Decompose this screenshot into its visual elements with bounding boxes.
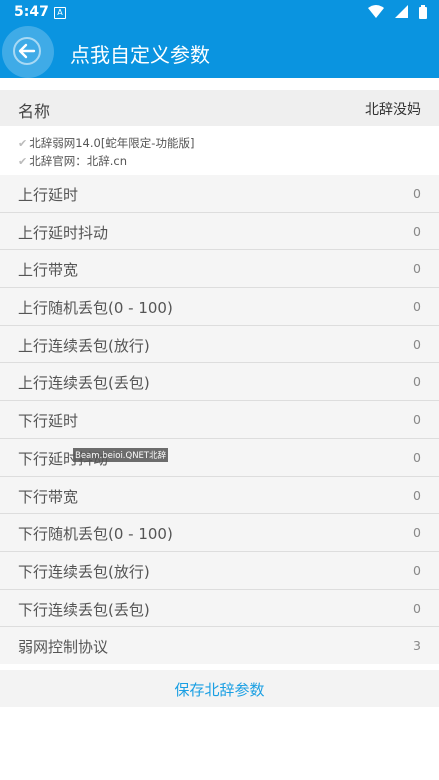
check-icon: ✔ xyxy=(18,155,28,168)
param-label: 上行连续丢包(放行) xyxy=(18,336,150,355)
param-value: 0 xyxy=(413,600,421,616)
param-label: 下行连续丢包(丢包) xyxy=(18,600,150,619)
param-row-uplink-bandwidth[interactable]: 上行带宽 0 xyxy=(0,250,439,289)
signal-icon xyxy=(394,5,408,18)
param-row-downlink-burst-drop[interactable]: 下行连续丢包(丢包) 0 xyxy=(0,590,439,628)
param-label: 上行带宽 xyxy=(18,261,79,280)
name-value: 北辞没妈 xyxy=(365,102,421,118)
status-time: 5:47 xyxy=(14,4,49,20)
check-icon: ✔ xyxy=(18,137,28,150)
name-row[interactable]: 名称 北辞没妈 xyxy=(0,90,439,126)
info-block: ✔ 北辞弱网14.0[蛇年限定-功能版] ✔ 北辞官网：北辞.cn xyxy=(0,128,439,174)
save-bar: 保存北辞参数 xyxy=(0,670,439,707)
param-row-downlink-bandwidth[interactable]: 下行带宽 0 xyxy=(0,477,439,515)
param-row-uplink-delay[interactable]: 上行延时 0 xyxy=(0,175,439,213)
param-list: 上行延时 0 上行延时抖动 0 上行带宽 0 上行随机丢包(0 - 100) 0 上行连… xyxy=(0,175,439,664)
info-line-version: ✔ 北辞弱网14.0[蛇年限定-功能版] xyxy=(18,135,194,151)
info-text-version: 北辞弱网14.0[蛇年限定-功能版] xyxy=(29,136,195,150)
info-text-website: 北辞官网：北辞.cn xyxy=(29,154,127,168)
param-value: 0 xyxy=(413,186,421,201)
param-value: 0 xyxy=(413,374,421,390)
info-line-website: ✔ 北辞官网：北辞.cn xyxy=(18,153,127,169)
param-label: 上行随机丢包(0 - 100) xyxy=(18,299,173,318)
wifi-icon xyxy=(367,5,384,18)
param-value: 0 xyxy=(413,487,421,503)
param-row-downlink-random-loss[interactable]: 下行随机丢包(0 - 100) 0 xyxy=(0,514,439,552)
param-row-uplink-random-loss[interactable]: 上行随机丢包(0 - 100) 0 xyxy=(0,288,439,326)
save-button[interactable]: 保存北辞参数 xyxy=(0,679,439,700)
param-value: 0 xyxy=(413,223,421,239)
status-bar: 5:47 A xyxy=(0,0,439,24)
param-value: 3 xyxy=(413,638,421,654)
param-row-uplink-burst-pass[interactable]: 上行连续丢包(放行) 0 xyxy=(0,326,439,364)
param-label: 弱网控制协议 xyxy=(18,638,109,657)
param-row-downlink-jitter[interactable]: 下行延时抖动 0 xyxy=(0,439,439,477)
system-icons xyxy=(362,5,427,19)
param-label: 上行延时抖动 xyxy=(18,223,109,242)
param-label: 下行连续丢包(放行) xyxy=(18,562,150,581)
page-title: 点我自定义参数 xyxy=(70,43,210,67)
param-label: 下行延时 xyxy=(18,412,79,431)
notification-icon: A xyxy=(54,7,66,19)
param-label: 下行带宽 xyxy=(18,487,79,506)
arrow-left-icon[interactable] xyxy=(13,37,41,65)
param-value: 0 xyxy=(413,336,421,352)
param-label: 下行随机丢包(0 - 100) xyxy=(18,525,173,544)
battery-icon xyxy=(419,5,427,19)
param-value: 0 xyxy=(413,261,421,277)
param-value: 0 xyxy=(413,299,421,315)
param-label: 上行延时 xyxy=(18,186,79,204)
param-row-uplink-jitter[interactable]: 上行延时抖动 0 xyxy=(0,213,439,251)
param-value: 0 xyxy=(413,412,421,428)
name-label: 名称 xyxy=(18,102,51,121)
param-value: 0 xyxy=(413,562,421,578)
watermark-label: Beam.beioi.QNET北辞 xyxy=(73,448,169,462)
param-label: 上行连续丢包(丢包) xyxy=(18,374,150,393)
param-row-downlink-delay[interactable]: 下行延时 0 xyxy=(0,401,439,439)
param-value: 0 xyxy=(413,525,421,541)
app-bar: 点我自定义参数 xyxy=(0,24,439,78)
param-row-downlink-burst-pass[interactable]: 下行连续丢包(放行) 0 xyxy=(0,552,439,590)
param-value: 0 xyxy=(413,449,421,465)
param-row-protocol[interactable]: 弱网控制协议 3 xyxy=(0,627,439,664)
param-row-uplink-burst-drop[interactable]: 上行连续丢包(丢包) 0 xyxy=(0,363,439,402)
